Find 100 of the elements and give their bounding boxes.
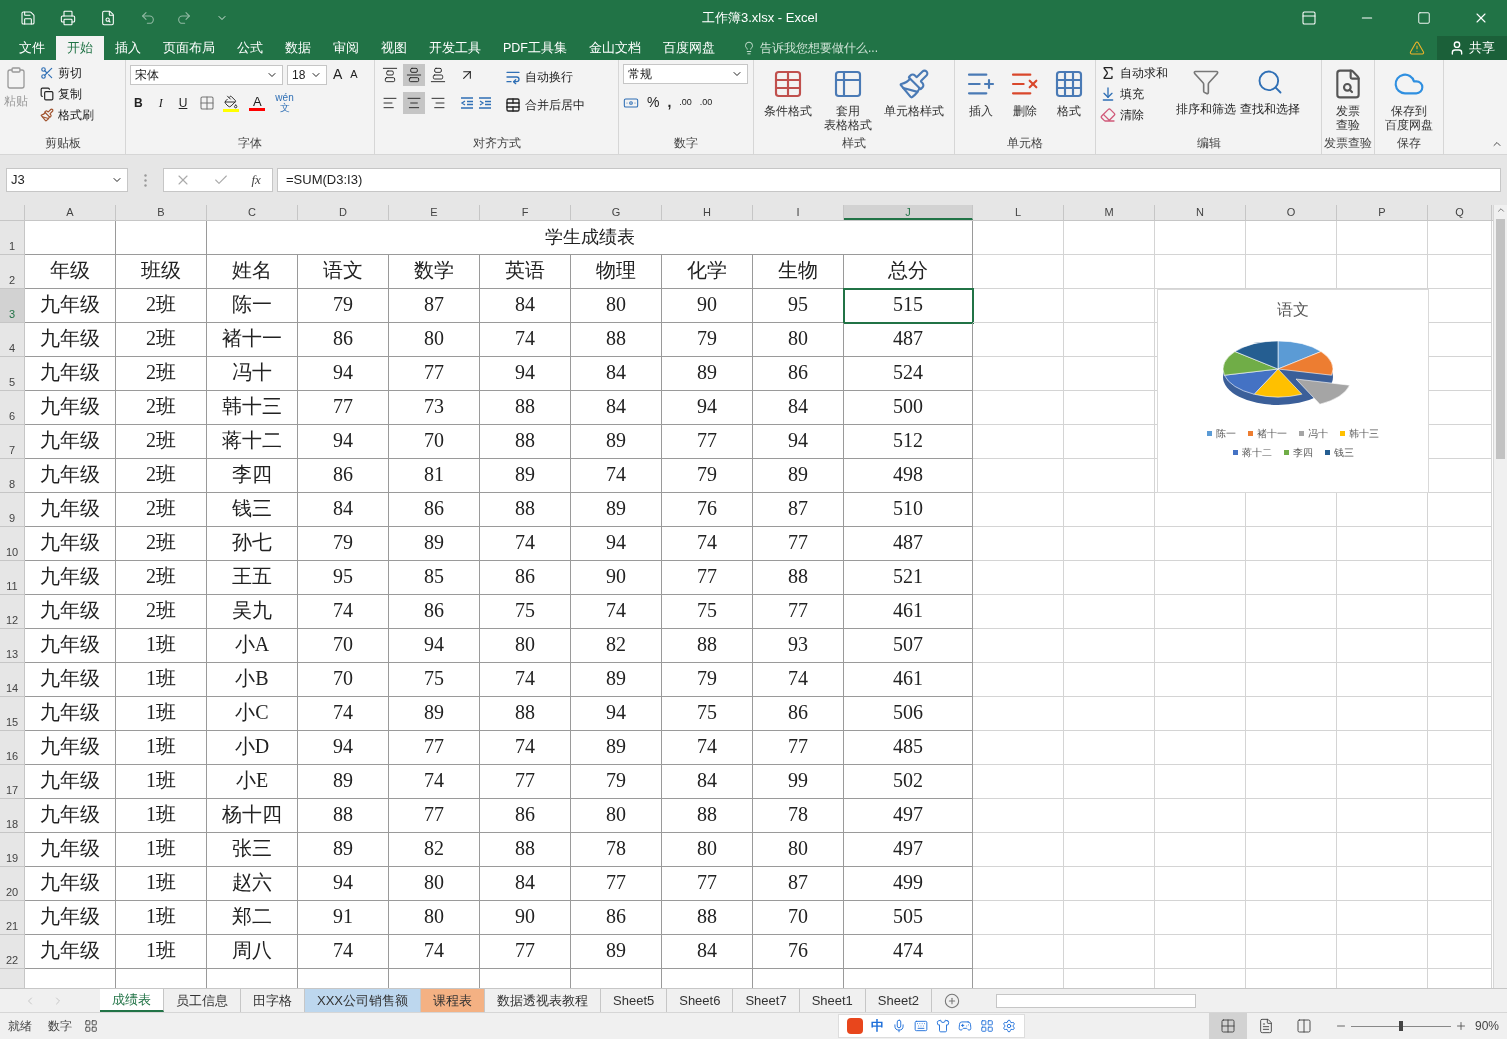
zoom-reading[interactable]: 90% bbox=[1474, 1017, 1499, 1035]
menu-tab[interactable]: 插入 bbox=[104, 36, 152, 60]
row-header[interactable]: 22 bbox=[0, 935, 25, 969]
redo-icon[interactable] bbox=[176, 10, 192, 26]
scrollbar-thumb[interactable] bbox=[1496, 219, 1505, 459]
keyboard-icon[interactable] bbox=[914, 1019, 928, 1033]
save-icon[interactable] bbox=[20, 10, 36, 26]
clear-button[interactable]: 清除 bbox=[1100, 106, 1168, 124]
menu-tab[interactable]: 视图 bbox=[370, 36, 418, 60]
decrease-indent-icon[interactable] bbox=[459, 95, 475, 111]
name-box[interactable]: J3 bbox=[6, 168, 128, 192]
row-header[interactable]: 7 bbox=[0, 425, 25, 459]
wrap-text-button[interactable]: 自动换行 bbox=[505, 68, 585, 86]
row-header[interactable]: 2 bbox=[0, 255, 25, 289]
row-header[interactable]: 13 bbox=[0, 629, 25, 663]
warning-icon[interactable] bbox=[1409, 40, 1425, 56]
menu-tab[interactable]: 文件 bbox=[8, 36, 56, 60]
phonetic-button[interactable]: wén 文 bbox=[275, 93, 294, 113]
grid-icon[interactable] bbox=[980, 1019, 994, 1033]
decrease-decimal-button[interactable]: .00 bbox=[699, 95, 713, 110]
menu-tab[interactable]: 页面布局 bbox=[152, 36, 226, 60]
format-painter-button[interactable]: 格式刷 bbox=[40, 106, 94, 124]
menu-tab[interactable]: 公式 bbox=[226, 36, 274, 60]
row-header[interactable]: 4 bbox=[0, 323, 25, 357]
insert-function-button[interactable]: fx bbox=[251, 170, 261, 190]
ribbon-large-button[interactable]: 格式 bbox=[1047, 64, 1091, 136]
grow-font-button[interactable]: A bbox=[331, 64, 345, 85]
column-header[interactable]: C bbox=[207, 205, 298, 220]
font-color-button[interactable]: A bbox=[247, 95, 268, 111]
ribbon-large-button[interactable]: 发票 查验 bbox=[1326, 64, 1370, 136]
font-size-dropdown[interactable]: 18 bbox=[287, 64, 327, 85]
sheet-tab[interactable]: XXX公司销售额 bbox=[305, 989, 421, 1012]
border-icon[interactable] bbox=[199, 95, 216, 111]
table-rules-icon[interactable] bbox=[772, 68, 804, 100]
menu-tab[interactable]: 开始 bbox=[56, 36, 104, 60]
add-sheet-icon[interactable] bbox=[944, 992, 961, 1009]
column-header[interactable]: E bbox=[389, 205, 480, 220]
column-header[interactable]: F bbox=[480, 205, 571, 220]
horizontal-align-button[interactable] bbox=[403, 92, 425, 114]
row-header[interactable]: 11 bbox=[0, 561, 25, 595]
row-header[interactable]: 19 bbox=[0, 833, 25, 867]
column-header[interactable]: H bbox=[662, 205, 753, 220]
merge-center-button[interactable]: 合并后居中 bbox=[505, 96, 585, 114]
increase-decimal-button[interactable]: .00 bbox=[679, 95, 692, 110]
row-header[interactable]: 9 bbox=[0, 493, 25, 527]
font-name-dropdown[interactable]: 宋体 bbox=[130, 64, 283, 85]
find-select-button[interactable]: 查找和选择 bbox=[1240, 64, 1300, 136]
ribbon-large-button[interactable]: 单元格样式 bbox=[878, 64, 950, 136]
menu-tab[interactable]: 审阅 bbox=[322, 36, 370, 60]
zoom-in-icon[interactable] bbox=[1454, 1020, 1467, 1032]
fill-button[interactable]: 填充 bbox=[1100, 85, 1168, 103]
column-header[interactable]: Q bbox=[1428, 205, 1492, 220]
print-preview-icon[interactable] bbox=[100, 10, 116, 26]
ribbon-large-button[interactable]: 套用 表格格式 bbox=[818, 64, 878, 136]
column-header[interactable]: A bbox=[25, 205, 116, 220]
column-header[interactable]: O bbox=[1246, 205, 1337, 220]
comma-button[interactable]: , bbox=[667, 92, 672, 113]
row-header[interactable]: 16 bbox=[0, 731, 25, 765]
row-header[interactable]: 15 bbox=[0, 697, 25, 731]
fill-bucket-icon[interactable] bbox=[223, 94, 240, 109]
vertical-align-button[interactable] bbox=[403, 64, 425, 86]
vertical-scrollbar[interactable] bbox=[1493, 205, 1507, 988]
ime-toolbar[interactable]: 中 bbox=[838, 1014, 1025, 1038]
row-header[interactable]: 12 bbox=[0, 595, 25, 629]
sort-filter-button[interactable]: 排序和筛选 bbox=[1176, 64, 1236, 136]
microphone-icon[interactable] bbox=[892, 1019, 906, 1033]
italic-button[interactable]: I bbox=[154, 94, 167, 112]
autosum-button[interactable]: 自动求和 bbox=[1100, 64, 1168, 82]
row-header[interactable]: 21 bbox=[0, 901, 25, 935]
menu-tab[interactable]: PDF工具集 bbox=[492, 36, 578, 60]
sheet-tab[interactable]: 课程表 bbox=[421, 989, 485, 1012]
maximize-icon[interactable] bbox=[1417, 11, 1431, 25]
copy-button[interactable]: 复制 bbox=[40, 85, 94, 103]
sheet-tab[interactable]: 成绩表 bbox=[100, 989, 164, 1012]
column-header[interactable]: J bbox=[844, 205, 973, 220]
row-header[interactable]: 10 bbox=[0, 527, 25, 561]
undo-icon[interactable] bbox=[140, 10, 156, 26]
column-header[interactable]: N bbox=[1155, 205, 1246, 220]
row-header[interactable]: 17 bbox=[0, 765, 25, 799]
row-header[interactable]: 5 bbox=[0, 357, 25, 391]
menu-tab[interactable]: 金山文档 bbox=[578, 36, 652, 60]
menu-tab[interactable]: 百度网盘 bbox=[652, 36, 726, 60]
row-header[interactable]: 20 bbox=[0, 867, 25, 901]
share-button[interactable]: 共享 bbox=[1437, 36, 1507, 60]
row-header[interactable]: 14 bbox=[0, 663, 25, 697]
printer-icon[interactable] bbox=[60, 10, 76, 26]
gamepad-icon[interactable] bbox=[958, 1019, 972, 1033]
row-header[interactable]: 8 bbox=[0, 459, 25, 493]
column-header[interactable]: P bbox=[1337, 205, 1428, 220]
table-brush-icon[interactable] bbox=[832, 68, 864, 100]
shirt-icon[interactable] bbox=[936, 1019, 950, 1033]
cut-button[interactable]: 剪切 bbox=[40, 64, 94, 82]
zoom-slider[interactable] bbox=[1350, 1021, 1451, 1031]
ribbon-large-button[interactable]: 条件格式 bbox=[758, 64, 818, 136]
formula-input[interactable]: =SUM(D3:I3) bbox=[277, 168, 1501, 192]
ribbon-large-button[interactable]: 删除 bbox=[1003, 64, 1047, 136]
horizontal-scrollbar[interactable] bbox=[996, 993, 1197, 1008]
ribbon-large-button[interactable]: 插入 bbox=[959, 64, 1003, 136]
underline-button[interactable]: U bbox=[174, 94, 192, 112]
shrink-font-button[interactable]: A bbox=[348, 66, 360, 83]
